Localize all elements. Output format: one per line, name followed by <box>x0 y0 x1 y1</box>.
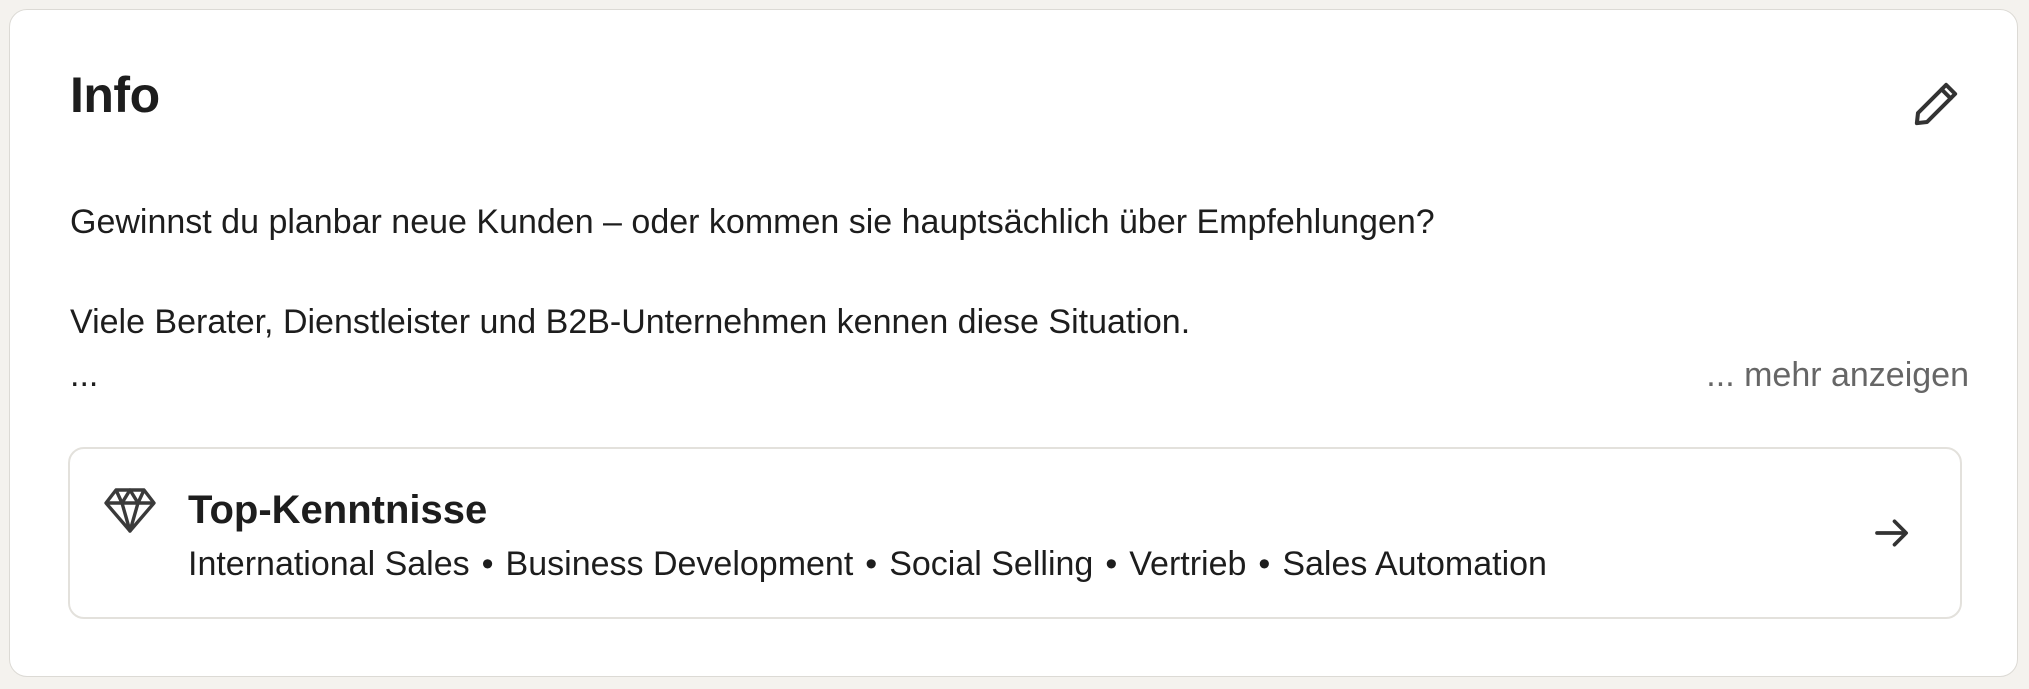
skill-item: Sales Automation <box>1282 545 1547 583</box>
diamond-icon <box>104 488 156 533</box>
skill-separator: • <box>1105 545 1118 583</box>
skill-item: Business Development <box>505 545 854 583</box>
skill-item: Social Selling <box>889 545 1094 583</box>
info-card: Info Gewinnst du planbar neue Kunden – o… <box>9 9 2018 677</box>
pencil-icon <box>1914 82 1958 126</box>
about-text: Gewinnst du planbar neue Kunden – oder k… <box>70 197 1970 347</box>
see-more-row: ... ... mehr anzeigen <box>70 350 1969 400</box>
skill-item: Vertrieb <box>1129 545 1247 583</box>
edit-button[interactable] <box>1900 68 1972 140</box>
skill-separator: • <box>1258 545 1271 583</box>
skill-separator: • <box>481 545 494 583</box>
see-more-link[interactable]: ... mehr anzeigen <box>1706 350 1969 400</box>
top-skills-list: International Sales • Business Development… <box>188 542 1547 586</box>
top-skills-title: Top-Kenntnisse <box>188 488 488 532</box>
truncation-ellipsis: ... <box>70 356 99 394</box>
skill-item: International Sales <box>188 545 470 583</box>
skill-separator: • <box>865 545 878 583</box>
section-title: Info <box>70 67 160 123</box>
about-paragraph-1: Gewinnst du planbar neue Kunden – oder k… <box>70 203 1435 241</box>
top-skills-card[interactable]: Top-Kenntnisse International Sales • Busin… <box>68 447 1962 619</box>
arrow-right-icon[interactable] <box>1872 513 1912 553</box>
about-paragraph-2: Viele Berater, Dienstleister und B2B-Unt… <box>70 303 1191 341</box>
